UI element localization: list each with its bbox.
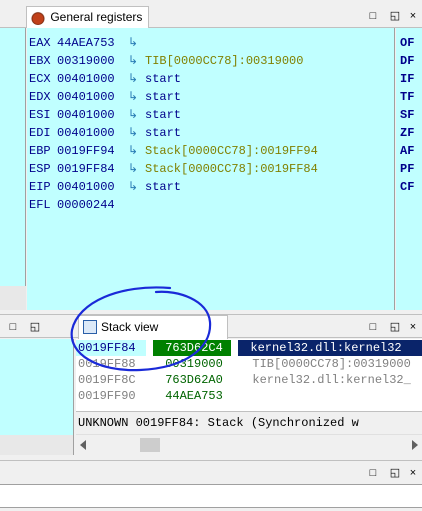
flag-label[interactable]: IF [400,70,414,88]
register-value[interactable]: 0019FF94 [57,142,121,160]
flag-label[interactable]: DF [400,52,414,70]
flag-label[interactable]: PF [400,160,414,178]
register-row[interactable]: EIP 00401000 ↳ start [29,178,181,196]
register-row[interactable]: EAX 44AEA753 ↳ [29,34,145,52]
stack-status: UNKNOWN 0019FF84: Stack (Synchronized w [76,411,422,433]
close-icon[interactable]: × [406,463,420,483]
register-row[interactable]: ESI 00401000 ↳ start [29,106,181,124]
restore-icon[interactable]: ◱ [388,6,402,26]
maximize-icon[interactable]: □ [366,463,380,483]
register-row[interactable]: EDI 00401000 ↳ start [29,124,181,142]
flag-label[interactable]: SF [400,106,414,124]
jump-arrow-icon[interactable]: ↳ [121,88,145,106]
flag-label[interactable]: ZF [400,124,414,142]
register-target: start [145,108,182,122]
register-target: start [145,126,182,140]
jump-arrow-icon[interactable]: ↳ [121,142,145,160]
register-row[interactable]: EFL 00000244 [29,196,121,214]
register-value[interactable]: 00319000 [57,52,121,70]
register-value[interactable]: 00401000 [57,178,121,196]
bug-icon [31,11,45,25]
stack-comment[interactable]: TIB[0000CC78]:00319000 [252,357,410,371]
restore-icon[interactable]: ◱ [28,317,42,337]
jump-arrow-icon[interactable]: ↳ [121,160,145,178]
flag-label[interactable]: AF [400,142,414,160]
register-value[interactable]: 44AEA753 [57,34,121,52]
flag-label[interactable]: TF [400,88,414,106]
jump-arrow-icon[interactable]: ↳ [121,178,145,196]
register-value[interactable]: 00401000 [57,70,121,88]
left-pane-middle-scroll[interactable] [0,435,74,455]
register-row[interactable]: EBP 0019FF94 ↳ Stack[0000CC78]:0019FF94 [29,142,318,160]
register-name: EBP [29,144,51,158]
jump-arrow-icon[interactable]: ↳ [121,106,145,124]
register-target: Stack[0000CC78]:0019FF94 [145,144,318,158]
maximize-icon[interactable]: □ [6,317,20,337]
register-target: Stack[0000CC78]:0019FF84 [145,162,318,176]
register-value[interactable]: 0019FF84 [57,160,121,178]
flag-label[interactable]: OF [400,34,414,52]
close-icon[interactable]: × [406,317,420,337]
register-value[interactable]: 00401000 [57,124,121,142]
register-name: EBX [29,54,51,68]
registers-view: EAX 44AEA753 ↳ EBX 00319000 ↳ TIB[0000CC78]:0… [27,28,395,310]
registers-titlebar: General registers □ ◱ × [0,6,422,28]
restore-icon[interactable]: ◱ [388,463,402,483]
register-value[interactable]: 00401000 [57,106,121,124]
restore-icon[interactable]: ◱ [388,317,402,337]
register-name: ESP [29,162,51,176]
maximize-icon[interactable]: □ [366,317,380,337]
register-name: EDX [29,90,51,104]
register-name: ECX [29,72,51,86]
register-name: EAX [29,36,51,50]
register-target: start [145,180,182,194]
scroll-right-icon[interactable] [412,440,418,450]
register-name: ESI [29,108,51,122]
register-row[interactable]: ESP 0019FF84 ↳ Stack[0000CC78]:0019FF84 [29,160,318,178]
register-row[interactable]: ECX 00401000 ↳ start [29,70,181,88]
close-icon[interactable]: × [406,6,420,26]
flag-label[interactable]: CF [400,178,414,196]
left-pane-top [0,28,26,310]
register-value[interactable]: 00401000 [57,88,121,106]
jump-arrow-icon[interactable]: ↳ [121,52,145,70]
stack-status-text: UNKNOWN 0019FF84: Stack (Synchronized w [78,416,359,430]
bottom-titlebar: □ ◱ × [0,460,422,484]
register-name: EIP [29,180,51,194]
register-target: start [145,90,182,104]
jump-arrow-icon[interactable]: ↳ [121,34,145,52]
register-name: EDI [29,126,51,140]
left-pane-scroll[interactable] [0,286,26,310]
bottom-input[interactable] [0,484,422,508]
stack-address[interactable]: 0019FF90 [76,388,158,404]
register-target: start [145,72,182,86]
register-row[interactable]: EBX 00319000 ↳ TIB[0000CC78]:00319000 [29,52,303,70]
register-row[interactable]: EDX 00401000 ↳ start [29,88,181,106]
registers-title: General registers [50,10,143,24]
stack-comment[interactable]: kernel32.dll:kernel32_ [252,373,410,387]
registers-tab[interactable]: General registers [26,6,150,28]
stack-hscroll[interactable] [76,434,422,454]
register-value[interactable]: 00000244 [57,196,121,214]
stack-value[interactable]: 44AEA753 [165,388,245,404]
register-name: EFL [29,198,51,212]
jump-arrow-icon[interactable]: ↳ [121,70,145,88]
scroll-thumb[interactable] [140,438,160,452]
annotation-circle [70,286,212,372]
stack-row[interactable]: 0019FF90 44AEA753 [76,388,422,404]
stack-comment[interactable]: kernel32.dll:kernel32 [238,340,422,356]
jump-arrow-icon[interactable]: ↳ [121,124,145,142]
maximize-icon[interactable]: □ [366,6,380,26]
scroll-left-icon[interactable] [80,440,86,450]
register-target: TIB[0000CC78]:00319000 [145,54,304,68]
